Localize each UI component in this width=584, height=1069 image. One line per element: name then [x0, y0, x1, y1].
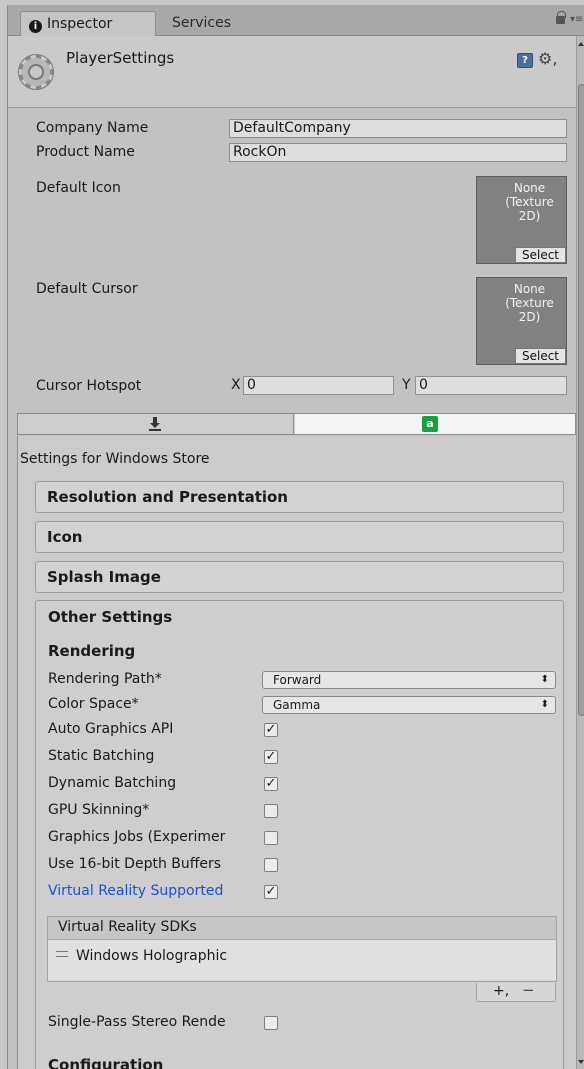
tab-inspector-label: Inspector	[47, 16, 113, 32]
vertical-scrollbar[interactable]	[576, 36, 584, 1069]
inspector-window: i Inspector Services ▾≡ PlayerSettings ? …	[7, 5, 584, 1069]
scrollbar-thumb[interactable]	[578, 84, 584, 716]
default-cursor-label: Default Cursor	[36, 281, 138, 297]
tab-inspector[interactable]: i Inspector	[20, 11, 156, 36]
inspector-header: PlayerSettings ? ⚙,	[8, 36, 576, 108]
cursor-hotspot-label: Cursor Hotspot	[36, 378, 142, 394]
platform-settings-title: Settings for Windows Store	[20, 451, 210, 467]
texture-none-label: None	[513, 181, 546, 195]
color-space-value: Gamma	[273, 698, 321, 712]
static-batching-checkbox[interactable]: ✓	[264, 750, 278, 764]
player-settings-gear-icon	[18, 54, 54, 90]
dropdown-arrow-icon: ⬍	[540, 699, 549, 710]
texture-none-label: None	[513, 282, 546, 296]
product-name-field[interactable]: RockOn	[229, 143, 567, 162]
drag-handle-icon[interactable]	[56, 951, 68, 957]
default-icon-texture-field[interactable]: None (Texture 2D) Select	[476, 176, 567, 264]
remove-sdk-button[interactable]: −	[522, 982, 535, 998]
dropdown-arrow-icon: ⬍	[540, 674, 549, 685]
hotspot-x-label: X	[231, 377, 241, 393]
graphics-jobs-label: Graphics Jobs (Experimer	[48, 829, 226, 845]
single-pass-stereo-label: Single-Pass Stereo Rende	[48, 1014, 226, 1030]
windows-store-icon: a	[422, 416, 438, 432]
section-other-settings: Other Settings Rendering Rendering Path*…	[35, 600, 564, 1069]
scroll-down-arrow-icon[interactable]	[578, 1060, 584, 1064]
texture-type-label: (Texture 2D)	[505, 296, 554, 324]
rendering-path-value: Forward	[273, 673, 322, 687]
configuration-header: Configuration	[48, 1056, 164, 1069]
info-icon: i	[29, 20, 42, 33]
vr-supported-checkbox[interactable]: ✓	[264, 885, 278, 899]
rendering-path-label: Rendering Path*	[48, 671, 162, 687]
platform-settings-panel: Settings for Windows Store Resolution an…	[17, 436, 576, 1069]
platform-tab-standalone[interactable]	[18, 414, 294, 434]
auto-graphics-api-checkbox[interactable]: ✓	[264, 723, 278, 737]
gpu-skinning-label: GPU Skinning*	[48, 802, 150, 818]
depth-16bit-checkbox[interactable]	[264, 858, 278, 872]
color-space-dropdown[interactable]: Gamma ⬍	[262, 696, 556, 714]
default-icon-select-button[interactable]: Select	[515, 247, 566, 263]
static-batching-label: Static Batching	[48, 748, 155, 764]
color-space-label: Color Space*	[48, 696, 139, 712]
hotspot-y-field[interactable]: 0	[415, 376, 567, 395]
rendering-header: Rendering	[48, 642, 136, 660]
hotspot-x-field[interactable]: 0	[243, 376, 394, 395]
product-name-label: Product Name	[36, 144, 135, 160]
tab-services-label: Services	[172, 15, 232, 31]
panel-menu-icon[interactable]: ▾≡	[570, 15, 583, 25]
graphics-jobs-checkbox[interactable]	[264, 831, 278, 845]
depth-16bit-label: Use 16-bit Depth Buffers	[48, 856, 222, 872]
vr-supported-label: Virtual Reality Supported	[48, 883, 224, 899]
texture-type-label: (Texture 2D)	[505, 195, 554, 223]
dynamic-batching-label: Dynamic Batching	[48, 775, 177, 791]
tab-services[interactable]: Services	[158, 11, 258, 36]
tab-bar: i Inspector Services ▾≡	[8, 5, 584, 36]
vr-sdk-name: Windows Holographic	[76, 948, 228, 964]
hotspot-y-label: Y	[402, 377, 411, 393]
help-book-icon[interactable]: ?	[517, 53, 533, 68]
lock-icon[interactable]	[556, 11, 566, 24]
rendering-path-dropdown[interactable]: Forward ⬍	[262, 671, 556, 689]
section-splash-image[interactable]: Splash Image	[35, 561, 564, 593]
auto-graphics-api-label: Auto Graphics API	[48, 721, 174, 737]
page-title: PlayerSettings	[66, 49, 175, 67]
platform-tab-windows-store[interactable]: a	[295, 414, 575, 434]
default-icon-label: Default Icon	[36, 180, 121, 196]
section-resolution-and-presentation[interactable]: Resolution and Presentation	[35, 481, 564, 513]
section-icon[interactable]: Icon	[35, 521, 564, 553]
player-fields: Company Name DefaultCompany Product Name…	[8, 109, 576, 401]
list-item[interactable]: Windows Holographic	[48, 940, 556, 980]
default-cursor-select-button[interactable]: Select	[515, 348, 566, 364]
gpu-skinning-checkbox[interactable]	[264, 804, 278, 818]
settings-gear-icon[interactable]: ⚙,	[538, 49, 557, 68]
company-name-label: Company Name	[36, 120, 149, 136]
single-pass-stereo-checkbox[interactable]	[264, 1016, 278, 1030]
vr-sdk-list-header: Virtual Reality SDKs	[48, 917, 556, 940]
platform-tab-bar: a	[17, 413, 576, 435]
scroll-up-arrow-icon[interactable]	[578, 42, 584, 46]
vr-sdk-list: Virtual Reality SDKs Windows Holographic	[47, 916, 557, 982]
download-icon-base	[149, 429, 161, 431]
default-cursor-texture-field[interactable]: None (Texture 2D) Select	[476, 277, 567, 365]
add-sdk-button[interactable]: +,	[493, 983, 509, 999]
other-settings-header[interactable]: Other Settings	[48, 608, 172, 626]
vr-sdk-list-footer: +, −	[476, 982, 556, 1002]
company-name-field[interactable]: DefaultCompany	[229, 119, 567, 138]
dynamic-batching-checkbox[interactable]: ✓	[264, 777, 278, 791]
